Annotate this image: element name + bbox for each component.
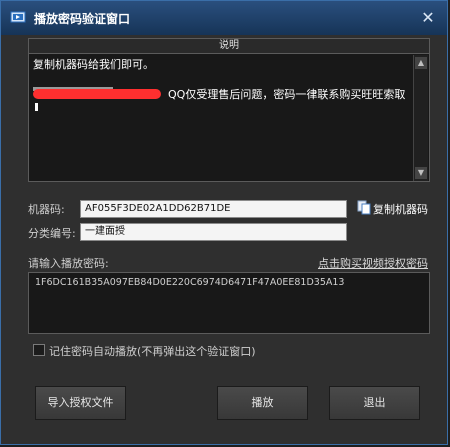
machine-code-field[interactable]: AF055F3DE02A1DD62B71DE	[80, 200, 347, 218]
window-title: 播放密码验证窗口	[34, 12, 131, 26]
password-label: 请输入播放密码:	[28, 257, 109, 270]
redaction-mark	[33, 89, 161, 99]
remember-password-label[interactable]: 记住密码自动播放(不再弹出这个验证窗口)	[49, 343, 256, 359]
category-field[interactable]: 一建面授	[80, 223, 347, 241]
machine-code-label: 机器码:	[28, 203, 65, 216]
exit-button[interactable]: 退出	[329, 386, 420, 420]
import-license-button[interactable]: 导入授权文件	[35, 386, 126, 420]
close-icon[interactable]: ✕	[419, 9, 437, 27]
password-input[interactable]: 1F6DC161B35A097EB84D0E220C6974D6471F47A0…	[28, 272, 430, 334]
scroll-up-icon[interactable]: ▲	[415, 57, 427, 69]
panel-title: 说明	[29, 39, 429, 54]
copy-document-icon	[357, 200, 371, 215]
copy-machine-code-label: 复制机器码	[373, 203, 428, 216]
dialog-window: 播放密码验证窗口 ✕ 说明 复制机器码给我们即可。 QQ仅受理售后问题，密码一律…	[0, 0, 448, 445]
app-film-icon	[10, 11, 26, 23]
text-cursor	[35, 103, 38, 111]
vertical-scrollbar[interactable]: ▲ ▼	[413, 55, 428, 181]
instructions-line-1: 复制机器码给我们即可。	[33, 58, 154, 71]
dialog-content: 说明 复制机器码给我们即可。 QQ仅受理售后问题，密码一律联系购买旺旺索取 ▲ …	[1, 35, 447, 444]
instructions-text: 复制机器码给我们即可。 QQ仅受理售后问题，密码一律联系购买旺旺索取	[33, 57, 413, 175]
category-label: 分类编号:	[28, 227, 76, 240]
instructions-line-2: QQ仅受理售后问题，密码一律联系购买旺旺索取	[168, 88, 406, 101]
play-button[interactable]: 播放	[217, 386, 308, 420]
title-bar[interactable]: 播放密码验证窗口 ✕	[1, 1, 447, 35]
remember-password-checkbox[interactable]	[33, 344, 45, 356]
scroll-down-icon[interactable]: ▼	[415, 167, 427, 179]
instructions-panel: 说明 复制机器码给我们即可。 QQ仅受理售后问题，密码一律联系购买旺旺索取 ▲ …	[28, 38, 430, 182]
buy-password-link[interactable]: 点击购买视频授权密码	[318, 255, 428, 271]
